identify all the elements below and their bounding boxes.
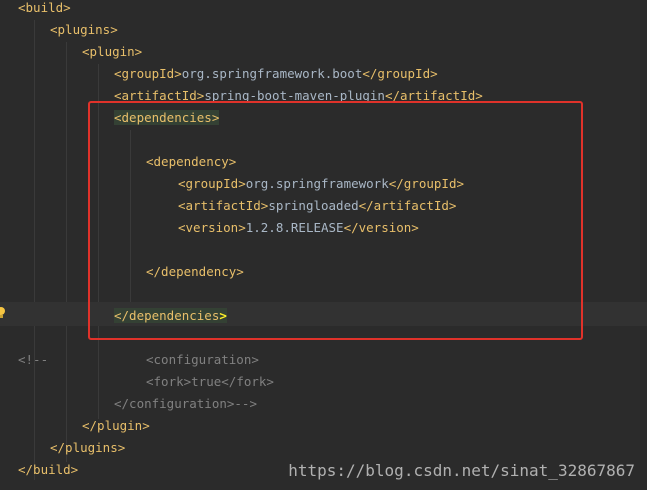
- plugins-close-tag: </plugins>: [50, 440, 126, 455]
- code-line[interactable]: </plugins>: [50, 437, 647, 459]
- plugin-close-tag: </plugin>: [82, 418, 150, 433]
- watermark: https://blog.csdn.net/sinat_32867867: [288, 461, 635, 480]
- groupid-open-tag: <groupId>: [114, 66, 182, 81]
- code-line[interactable]: </plugin>: [82, 415, 647, 437]
- plugin-open-tag: <plugin>: [82, 44, 143, 59]
- indent-guide: [34, 20, 35, 480]
- code-line[interactable]: <configuration>: [146, 349, 647, 371]
- fork-open-tag: <fork>: [146, 374, 192, 389]
- comment-open: <!--: [18, 352, 49, 367]
- configuration-open-tag: <configuration>: [146, 352, 259, 367]
- configuration-close-comment: </configuration>-->: [114, 396, 257, 411]
- code-line[interactable]: </configuration>-->: [114, 393, 647, 415]
- plugins-open-tag: <plugins>: [50, 22, 118, 37]
- fork-value: true: [191, 374, 222, 389]
- groupid-close-tag: </groupId>: [362, 66, 438, 81]
- code-line[interactable]: <groupId>org.springframework.boot</group…: [114, 63, 647, 85]
- code-line[interactable]: <plugins>: [50, 19, 647, 41]
- indent-guide: [66, 42, 67, 462]
- build-close-tag: </build>: [18, 462, 79, 477]
- build-open-tag: <build>: [18, 0, 71, 15]
- lightbulb-icon[interactable]: [0, 306, 6, 320]
- groupid-value: org.springframework.boot: [181, 66, 363, 81]
- annotation-highlight-box: [88, 101, 583, 340]
- code-line[interactable]: <build>: [18, 0, 647, 19]
- code-editor[interactable]: <build> <plugins> <plugin> <groupId>org.…: [0, 0, 647, 490]
- code-line[interactable]: <plugin>: [82, 41, 647, 63]
- code-line[interactable]: <fork>true</fork>: [146, 371, 647, 393]
- fork-close-tag: </fork>: [221, 374, 274, 389]
